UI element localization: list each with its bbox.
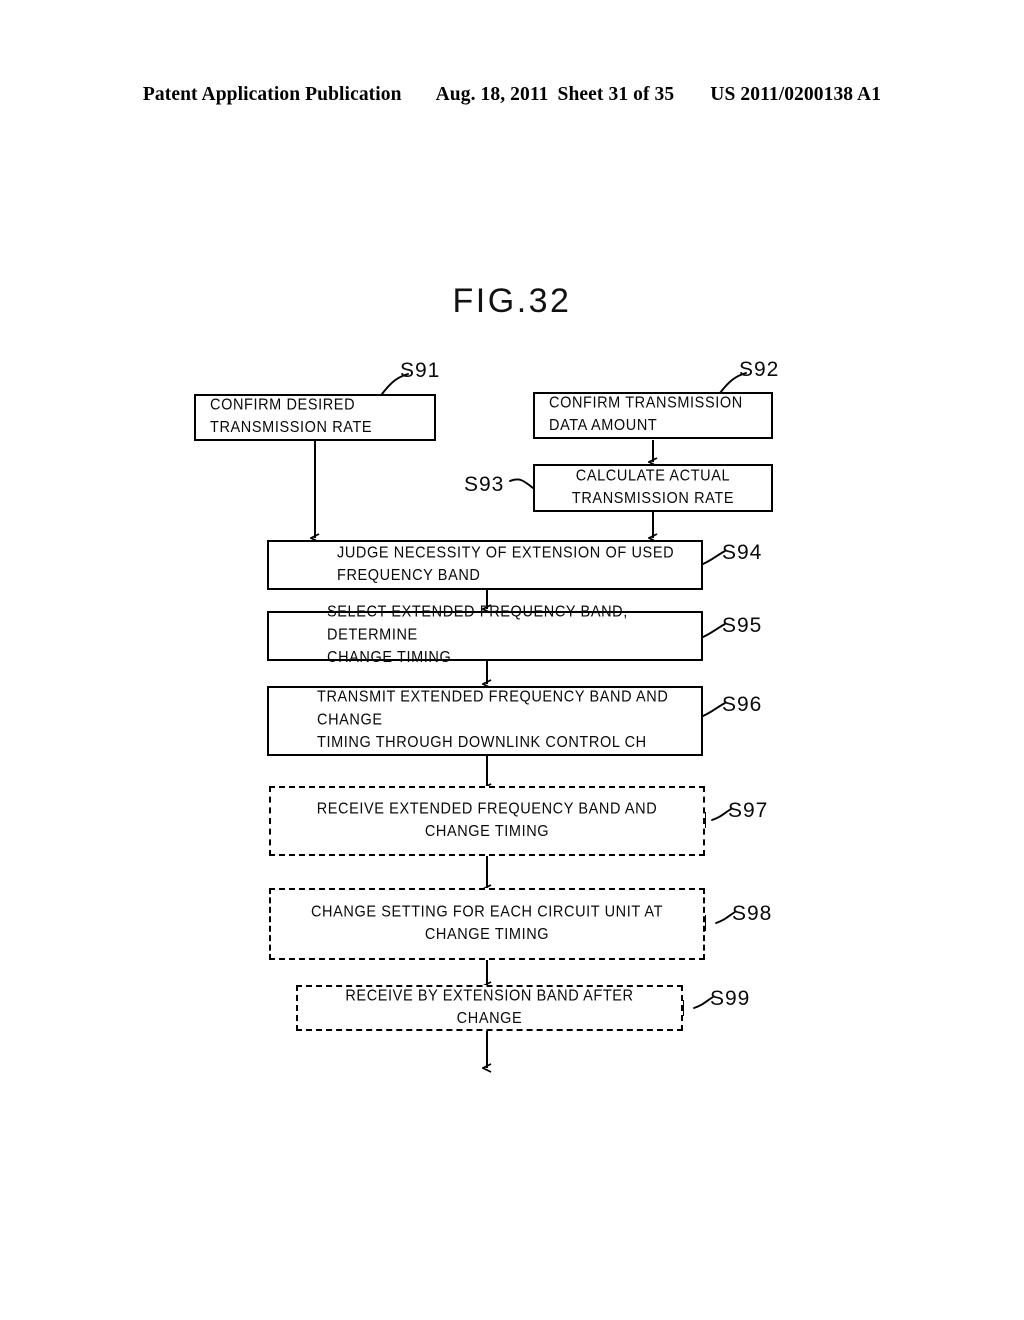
step-box-s97-text: RECEIVE EXTENDED FREQUENCY BAND AND CHAN…: [316, 800, 658, 841]
step-label-s97: S97: [728, 799, 769, 822]
step-box-s93[interactable]: CALCULATE ACTUAL TRANSMISSION RATE: [533, 464, 773, 512]
step-box-s92-text: CONFIRM TRANSMISSION DATA AMOUNT: [549, 394, 743, 435]
step-box-s94-text: JUDGE NECESSITY OF EXTENSION OF USED FRE…: [337, 544, 675, 585]
step-box-s95[interactable]: SELECT EXTENDED FREQUENCY BAND, DETERMIN…: [267, 604, 703, 667]
step-label-s94: S94: [722, 541, 763, 564]
step-label-s93: S93: [464, 473, 505, 496]
step-box-s93-text: CALCULATE ACTUAL TRANSMISSION RATE: [571, 467, 735, 508]
step-box-s94[interactable]: JUDGE NECESSITY OF EXTENSION OF USED FRE…: [267, 540, 703, 590]
step-box-s99[interactable]: RECEIVE BY EXTENSION BAND AFTER CHANGE: [296, 985, 683, 1031]
step-box-s91[interactable]: CONFIRM DESIRED TRANSMISSION RATE: [194, 394, 436, 441]
step-label-s95: S95: [722, 614, 763, 637]
leader-s93: [509, 478, 534, 489]
step-box-s98-text: CHANGE SETTING FOR EACH CIRCUIT UNIT AT …: [310, 903, 664, 944]
step-label-s98: S98: [732, 902, 773, 925]
step-label-s91: S91: [400, 359, 441, 382]
step-box-s91-text: CONFIRM DESIRED TRANSMISSION RATE: [210, 396, 373, 437]
step-label-s99: S99: [710, 987, 751, 1010]
step-box-s96[interactable]: TRANSMIT EXTENDED FREQUENCY BAND AND CHA…: [267, 686, 703, 756]
step-box-s95-text: SELECT EXTENDED FREQUENCY BAND, DETERMIN…: [327, 604, 628, 667]
step-box-s96-text: TRANSMIT EXTENDED FREQUENCY BAND AND CHA…: [317, 689, 669, 752]
step-label-s92: S92: [739, 358, 780, 381]
step-box-s97[interactable]: RECEIVE EXTENDED FREQUENCY BAND AND CHAN…: [269, 786, 705, 856]
flowchart-diagram: CONFIRM DESIRED TRANSMISSION RATE CONFIR…: [0, 0, 1024, 1320]
step-box-s92[interactable]: CONFIRM TRANSMISSION DATA AMOUNT: [533, 392, 773, 439]
step-label-s96: S96: [722, 693, 763, 716]
step-box-s98[interactable]: CHANGE SETTING FOR EACH CIRCUIT UNIT AT …: [269, 888, 705, 960]
step-box-s99-text: RECEIVE BY EXTENSION BAND AFTER CHANGE: [345, 987, 634, 1028]
